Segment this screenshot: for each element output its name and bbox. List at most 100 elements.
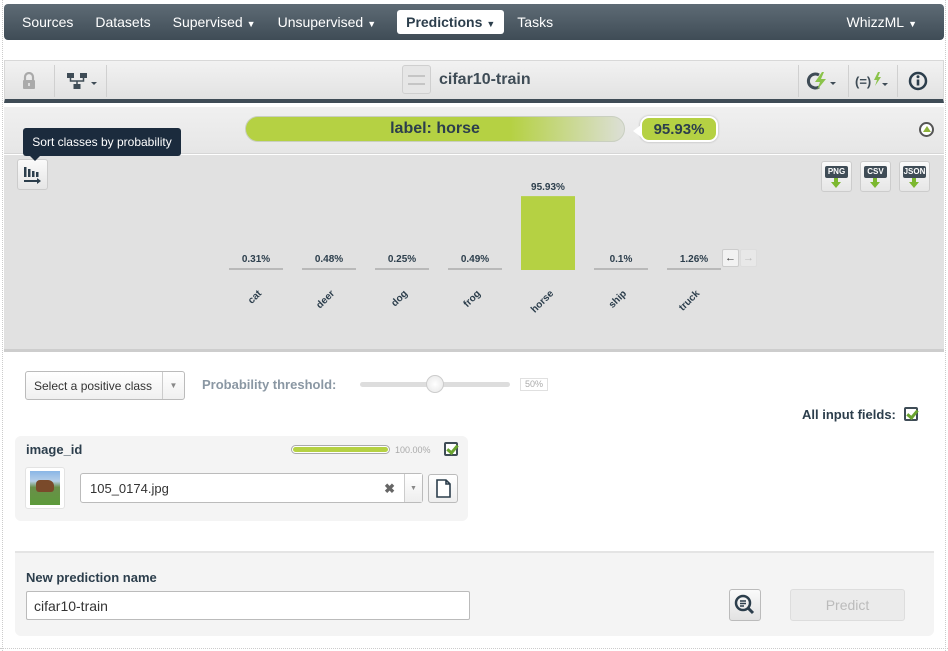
predict-button[interactable]: Predict: [790, 589, 905, 621]
prediction-form-icon: [402, 65, 431, 94]
caret-down-icon: ▼: [486, 19, 496, 29]
nav-predictions-label: Predictions: [406, 14, 483, 30]
input-field-card: image_id 100.00% 105_0174.jpg ✖ ▼: [15, 436, 468, 521]
toolbar-separator: [54, 65, 55, 97]
value-label-dog: 0.25%: [388, 254, 416, 265]
frame-bottom-border: [0, 648, 948, 649]
value-label-cat: 0.31%: [242, 254, 270, 265]
all-input-fields-label: All input fields:: [802, 407, 896, 422]
script-icon: (=): [855, 72, 888, 89]
field-include-checkbox[interactable]: [444, 442, 458, 456]
nav-tasks-label: Tasks: [517, 14, 554, 30]
nav-unsupervised-label: Unsupervised: [277, 14, 364, 30]
field-name: image_id: [26, 442, 83, 457]
magnifier-icon: [734, 594, 755, 615]
prediction-name-input[interactable]: [26, 591, 470, 620]
toolbar-separator: [798, 65, 799, 97]
frame-left-border: [0, 0, 3, 651]
category-label-ship: ship: [607, 288, 629, 310]
nav-datasets-label: Datasets: [95, 14, 151, 30]
file-icon: [436, 479, 451, 498]
category-label-truck: truck: [677, 288, 702, 313]
svg-text:(=): (=): [855, 74, 871, 89]
value-label-horse: 95.93%: [531, 182, 565, 193]
field-importance-bar: [291, 445, 390, 454]
caret-down-icon: ▼: [908, 19, 917, 29]
nav-sources-label: Sources: [22, 14, 74, 30]
bar-ship[interactable]: [594, 268, 648, 270]
predict-button-label: Predict: [825, 597, 870, 613]
chevron-down-icon: ▼: [162, 372, 184, 399]
nav-datasets[interactable]: Datasets: [86, 10, 159, 34]
positive-class-placeholder: Select a positive class: [34, 378, 153, 393]
class-probability-chart: 0.31% cat 0.48% deer 0.25% dog 0.49% frog 95.93%…: [229, 182, 721, 315]
top-navigation: Sources Datasets Supervised ▼ Unsupervise…: [4, 4, 944, 40]
nav-whizzml-label: WhizzML: [846, 14, 905, 30]
resource-title: cifar10-train: [439, 70, 531, 88]
category-label-horse: horse: [529, 288, 556, 315]
prediction-name-label: New prediction name: [26, 570, 157, 585]
class-probability-chart-panel: PNG CSV JSON 0.31% cat 0.48% deer 0.25% dog 0.…: [4, 155, 944, 352]
value-label-ship: 0.1%: [610, 254, 633, 265]
nav-supervised-label: Supervised: [172, 14, 243, 30]
value-label-truck: 1.26%: [680, 254, 708, 265]
info-icon: [908, 71, 928, 91]
predicted-probability-badge: 95.93%: [633, 116, 718, 142]
horse-image: [30, 471, 60, 505]
batch-prediction-menu-button[interactable]: [805, 67, 841, 95]
probability-threshold-handle[interactable]: [426, 375, 444, 393]
nav-predictions[interactable]: Predictions ▼: [397, 10, 505, 34]
bar-frog[interactable]: [448, 268, 502, 270]
bar-cat[interactable]: [229, 268, 283, 270]
value-label-deer: 0.48%: [315, 254, 343, 265]
toolbar-separator: [897, 65, 898, 97]
bar-deer[interactable]: [302, 268, 356, 270]
nav-whizzml[interactable]: WhizzML ▼: [838, 10, 926, 34]
collapse-chart-icon[interactable]: [919, 122, 934, 137]
nav-unsupervised[interactable]: Unsupervised ▼: [269, 10, 386, 34]
bar-dog[interactable]: [375, 268, 429, 270]
resource-title-group: cifar10-train: [402, 65, 531, 94]
preview-prediction-button[interactable]: [729, 589, 761, 621]
toolbar-separator: [106, 65, 107, 97]
info-button[interactable]: [907, 67, 929, 95]
field-importance-fill: [293, 447, 388, 452]
nav-supervised[interactable]: Supervised ▼: [164, 10, 265, 34]
lock-button[interactable]: [19, 67, 39, 95]
sort-tooltip: Sort classes by probability: [23, 128, 181, 161]
model-tree-menu-button[interactable]: [65, 67, 101, 95]
bar-horse[interactable]: [521, 196, 575, 270]
image-file-value: 105_0174.jpg: [90, 480, 169, 496]
toolbar-separator: [848, 65, 849, 97]
clear-icon[interactable]: ✖: [384, 481, 395, 497]
positive-class-select[interactable]: Select a positive class ▼: [25, 371, 185, 400]
category-label-deer: deer: [314, 288, 337, 311]
bar-truck[interactable]: [667, 268, 721, 270]
caret-down-icon: ▼: [246, 19, 256, 29]
probability-threshold-label: Probability threshold:: [202, 377, 337, 392]
resource-toolbar: cifar10-train (=): [4, 60, 944, 103]
script-menu-button[interactable]: (=): [854, 67, 890, 95]
field-importance-value: 100.00%: [395, 445, 431, 455]
all-input-fields-checkbox[interactable]: [904, 407, 918, 421]
chevron-down-icon[interactable]: ▼: [404, 474, 422, 502]
lock-icon: [23, 72, 35, 89]
value-label-frog: 0.49%: [461, 254, 489, 265]
upload-file-button[interactable]: [428, 474, 458, 503]
nav-sources[interactable]: Sources: [13, 10, 82, 34]
chart-prev-button[interactable]: ←: [722, 249, 739, 267]
probability-threshold-value: 50%: [520, 378, 548, 391]
prediction-name-panel: New prediction name Predict: [15, 551, 934, 636]
category-label-cat: cat: [246, 288, 264, 306]
image-file-select[interactable]: 105_0174.jpg ✖ ▼: [80, 473, 423, 503]
sort-tooltip-text: Sort classes by probability: [32, 135, 172, 149]
category-label-dog: dog: [389, 288, 410, 309]
arrow-left-icon: ←: [725, 252, 736, 264]
predicted-probability-text: 95.93%: [653, 120, 705, 138]
predicted-label-text: label: horse: [390, 120, 480, 137]
batch-predict-icon: [806, 72, 836, 90]
chart-next-button[interactable]: →: [740, 249, 757, 267]
predicted-label-bar: label: horse: [245, 116, 625, 142]
model-tree-icon: [67, 73, 97, 89]
nav-tasks[interactable]: Tasks: [508, 10, 562, 34]
